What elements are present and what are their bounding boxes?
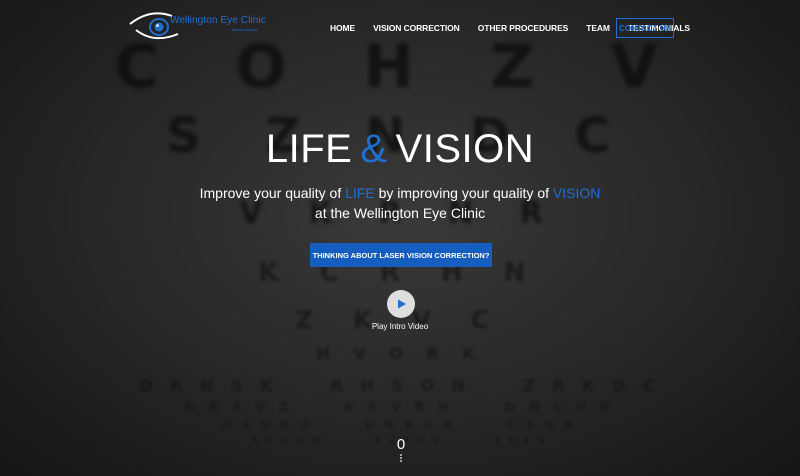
- laser-vision-cta-button[interactable]: THINKING ABOUT LASER VISION CORRECTION?: [310, 243, 492, 267]
- eye-chart-small-row: O K S V ZK S V R HD N C H V: [185, 400, 615, 414]
- scroll-indicator[interactable]: 0: [395, 436, 407, 453]
- brand-subtitle: Beacon Hospital: [232, 28, 258, 32]
- hero-title-life: LIFE: [265, 127, 353, 171]
- nav-vision-correction[interactable]: VISION CORRECTION: [373, 23, 460, 33]
- eye-logo-icon: [129, 12, 179, 40]
- nav-other-procedures[interactable]: OTHER PROCEDURES: [478, 23, 569, 33]
- play-icon: [398, 299, 406, 309]
- tagline-line2: at the Wellington Eye Clinic: [314, 205, 486, 221]
- brand-name: Wellington Eye Clinic: [170, 15, 266, 26]
- logo[interactable]: [128, 6, 238, 46]
- hero-tagline: Improve your quality of LIFE by improvin…: [0, 183, 800, 223]
- eye-chart-small-row: D R N S KR H S O NZ R K D C: [139, 376, 661, 395]
- eye-chart-small-row: K S N H OH N K C DC S N R: [223, 420, 577, 431]
- play-video-label[interactable]: Play Intro Video: [0, 322, 800, 331]
- tagline-highlight-life: LIFE: [345, 185, 375, 201]
- tagline-highlight-vision: VISION: [552, 185, 601, 201]
- eye-chart-row: C O H Z V: [114, 32, 686, 102]
- play-video-button[interactable]: [387, 290, 415, 318]
- hero-section: C O H Z V S Z N D C V K R N R K C R H N …: [0, 0, 800, 476]
- tagline-text: Improve your quality of: [199, 185, 346, 201]
- nav-home[interactable]: HOME: [330, 23, 355, 33]
- tagline-text: by improving your quality of: [374, 185, 553, 201]
- hero-title-vision: VISION: [395, 127, 535, 171]
- scroll-down-icon: [400, 454, 402, 462]
- nav-team[interactable]: TEAM: [586, 23, 610, 33]
- eye-chart-row: H V O R K: [316, 344, 484, 363]
- hero-title-ampersand: &: [360, 127, 388, 171]
- contact-us-button[interactable]: CONTACT US: [616, 18, 674, 38]
- hero-title: LIFE & VISION: [0, 127, 800, 172]
